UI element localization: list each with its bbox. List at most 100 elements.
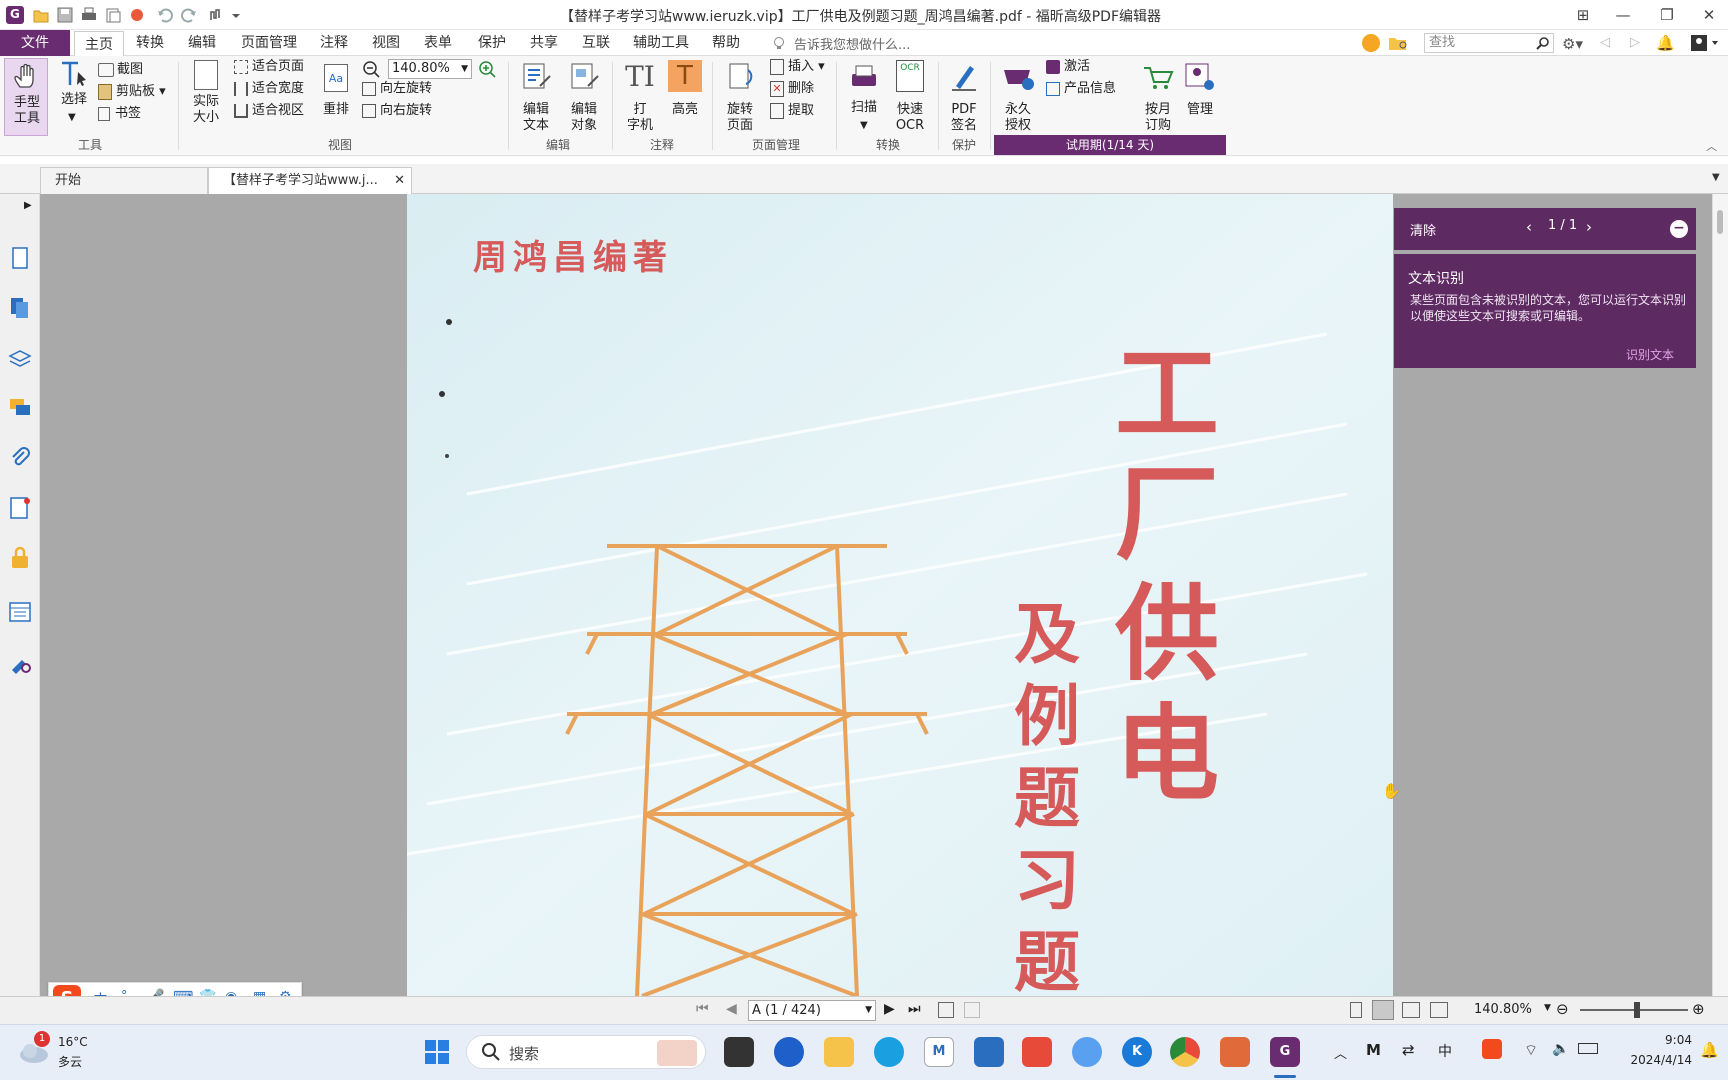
continuous-page-icon[interactable] — [1372, 1000, 1394, 1020]
tab-document[interactable]: 【替样子考学习站www.j... ✕ — [208, 167, 412, 194]
tab-share[interactable]: 共享 — [524, 30, 564, 56]
battery-icon[interactable] — [1578, 1043, 1598, 1054]
product-info-button[interactable]: 产品信息 — [1046, 80, 1116, 98]
create-icon[interactable] — [128, 6, 146, 24]
microsoft-store-icon[interactable] — [974, 1037, 1004, 1067]
collapse-panel-icon[interactable]: − — [1670, 220, 1688, 238]
show-hidden-icons-icon[interactable]: ︿ — [1334, 1043, 1347, 1062]
settings-icon[interactable]: ⚙▾ — [1562, 35, 1583, 53]
recognize-text-link[interactable]: 识别文本 — [1626, 346, 1674, 363]
comments-icon[interactable] — [8, 396, 32, 420]
taskbar-search-box[interactable]: 搜索 — [466, 1035, 706, 1069]
first-page-icon[interactable]: ⏮ — [696, 1001, 709, 1017]
monthly-subscription-button[interactable]: 按月 订购 — [1136, 58, 1180, 134]
edge-browser-icon[interactable] — [874, 1037, 904, 1067]
close-tab-icon[interactable]: ✕ — [394, 168, 405, 194]
tray-ime-icon[interactable]: 中 — [1438, 1041, 1452, 1061]
page-number-input[interactable]: A (1 / 424) ▼ — [748, 1000, 876, 1021]
tabs-menu-icon[interactable]: ▼ — [1712, 172, 1720, 183]
edit-text-button[interactable]: 编辑 文本 — [514, 58, 558, 134]
prev-notice-icon[interactable]: ‹ — [1526, 218, 1532, 236]
clock-time[interactable]: 9:04 — [1622, 1033, 1692, 1047]
scan-button[interactable]: 扫描 ▼ — [842, 58, 886, 134]
tell-me-box[interactable]: 告诉我您想做什么... — [794, 34, 910, 53]
open-icon[interactable] — [32, 6, 50, 24]
delete-button[interactable]: ✕ 删除 — [770, 80, 814, 98]
search-input[interactable]: 查找 — [1424, 33, 1554, 53]
bookmark-button[interactable]: 书签 — [98, 102, 158, 122]
single-page-icon[interactable] — [1350, 1002, 1362, 1018]
document-canvas[interactable]: 周鸿昌编著 工 厂 供 电 及 例 题 习 题 清除 ‹ 1 / 1 › − 文… — [40, 194, 1712, 996]
notification-center-icon[interactable]: 🔔 — [1700, 1041, 1719, 1059]
trial-banner[interactable]: 试用期(1/14 天) — [994, 135, 1226, 155]
notification-bell-icon[interactable]: 🔔 — [1656, 34, 1675, 52]
attachment-icon[interactable] — [8, 446, 32, 470]
foxit-pdf-icon[interactable]: G — [1270, 1037, 1300, 1067]
extract-button[interactable]: 提取 — [770, 102, 814, 120]
activate-button[interactable]: 激活 — [1046, 58, 1090, 76]
quick-ocr-button[interactable]: OCR 快速 OCR — [888, 58, 932, 134]
undo-icon[interactable] — [156, 6, 174, 24]
windows-start-icon[interactable] — [422, 1037, 452, 1067]
rotate-right-button[interactable]: 向右旋转 — [362, 102, 432, 120]
minimize-button[interactable]: — — [1612, 4, 1634, 26]
insert-button[interactable]: 插入 ▾ — [770, 58, 825, 76]
layers-pages-icon[interactable] — [8, 296, 32, 320]
next-notice-icon[interactable]: › — [1586, 218, 1592, 236]
zoom-out-button[interactable]: ⊖ — [1556, 1000, 1569, 1018]
restore-button[interactable]: ❐ — [1656, 4, 1678, 26]
rotate-left-button[interactable]: 向左旋转 — [362, 80, 432, 98]
tab-start[interactable]: 开始 — [40, 167, 208, 194]
screenshot-button[interactable]: 截图 — [98, 58, 158, 78]
content-panel-icon[interactable] — [8, 600, 32, 624]
scrollbar-thumb[interactable] — [1717, 210, 1723, 234]
hand-dropdown-icon[interactable] — [206, 6, 242, 24]
tab-accessibility[interactable]: 辅助工具 — [628, 30, 694, 56]
hand-tool-button[interactable]: 手型 工具 — [4, 58, 48, 136]
tab-home[interactable]: 主页 — [74, 31, 124, 57]
zoom-in-icon[interactable] — [478, 60, 496, 78]
last-page-icon[interactable]: ⏭ — [908, 1001, 921, 1017]
tray-sync-icon[interactable]: ⇄ — [1402, 1041, 1415, 1059]
select-tool-button[interactable]: 选择 ▼ — [54, 58, 94, 128]
fit-view-button[interactable]: 适合视区 — [234, 102, 304, 120]
file-explorer-icon[interactable] — [824, 1037, 854, 1067]
tab-help[interactable]: 帮助 — [706, 30, 746, 56]
vertical-scrollbar[interactable] — [1712, 194, 1728, 996]
user-account-icon[interactable] — [1690, 34, 1720, 52]
huawei-app-icon[interactable] — [1022, 1037, 1052, 1067]
tab-annotate[interactable]: 注释 — [314, 30, 354, 56]
clear-button[interactable]: 清除 — [1410, 220, 1436, 239]
tab-form[interactable]: 表单 — [418, 30, 458, 56]
previous-page-icon[interactable]: ◀ — [726, 1001, 737, 1017]
rotate-page-button[interactable]: 旋转 页面 — [716, 58, 764, 134]
cloud-drive-icon[interactable] — [1072, 1037, 1102, 1067]
page-thumbnails-icon[interactable] — [8, 246, 32, 270]
tab-edit[interactable]: 编辑 — [182, 30, 222, 56]
expand-panel-icon[interactable]: ▶ — [24, 200, 32, 211]
mark-app-icon[interactable]: M — [924, 1037, 954, 1067]
zoom-select[interactable]: 140.80% ▼ — [388, 59, 472, 79]
fit-width-button[interactable]: 适合宽度 — [234, 80, 304, 98]
k-app-icon[interactable]: K — [1122, 1037, 1152, 1067]
continuous-facing-icon[interactable] — [1430, 1002, 1448, 1018]
tab-convert[interactable]: 转换 — [130, 30, 170, 56]
chrome-browser-icon[interactable] — [1170, 1037, 1200, 1067]
collapse-ribbon-icon[interactable]: ︿ — [1706, 138, 1717, 154]
permanent-license-button[interactable]: 永久 授权 — [994, 58, 1042, 134]
typewriter-button[interactable]: TI 打 字机 — [618, 58, 662, 134]
rewards-icon[interactable] — [1362, 34, 1380, 52]
tab-connect[interactable]: 互联 — [576, 30, 616, 56]
security-lock-icon[interactable] — [8, 546, 32, 570]
next-view-icon[interactable] — [964, 1002, 980, 1018]
next-page-icon[interactable]: ▶ — [884, 1001, 895, 1017]
new-icon[interactable] — [104, 6, 122, 24]
facing-page-icon[interactable] — [1402, 1002, 1420, 1018]
print-icon[interactable] — [80, 6, 98, 24]
pdf-sign-button[interactable]: PDF 签名 — [942, 58, 986, 134]
zoom-in-button[interactable]: ⊕ — [1692, 1000, 1705, 1018]
actual-size-button[interactable]: 实际 大小 — [186, 58, 226, 132]
back-icon[interactable]: ◁ — [1600, 35, 1610, 50]
manage-button[interactable]: 管理 — [1180, 58, 1220, 118]
wifi-icon[interactable]: ⌔ — [1524, 1041, 1538, 1060]
